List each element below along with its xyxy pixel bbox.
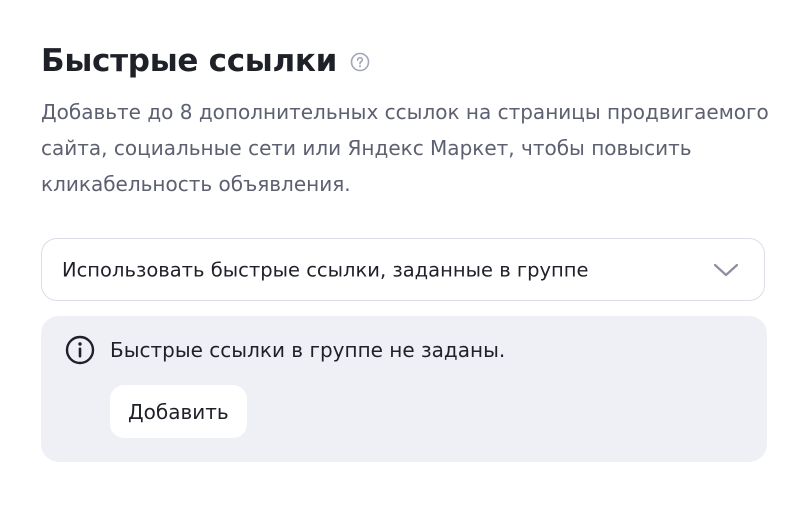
sitelinks-source-select[interactable]: Использовать быстрые ссылки, заданные в … bbox=[41, 238, 765, 301]
chevron-down-icon bbox=[712, 260, 740, 280]
question-circle-icon[interactable] bbox=[350, 52, 370, 72]
section-header: Быстрые ссылки bbox=[41, 40, 370, 82]
info-panel: Быстрые ссылки в группе не заданы. Добав… bbox=[41, 316, 767, 462]
section-description: Добавьте до 8 дополнительных ссылок на с… bbox=[41, 100, 769, 196]
select-value: Использовать быстрые ссылки, заданные в … bbox=[62, 258, 589, 281]
section-title: Быстрые ссылки bbox=[41, 43, 338, 79]
info-circle-icon bbox=[65, 335, 95, 365]
add-button[interactable]: Добавить bbox=[110, 385, 247, 438]
info-message: Быстрые ссылки в группе не заданы. bbox=[110, 338, 506, 362]
